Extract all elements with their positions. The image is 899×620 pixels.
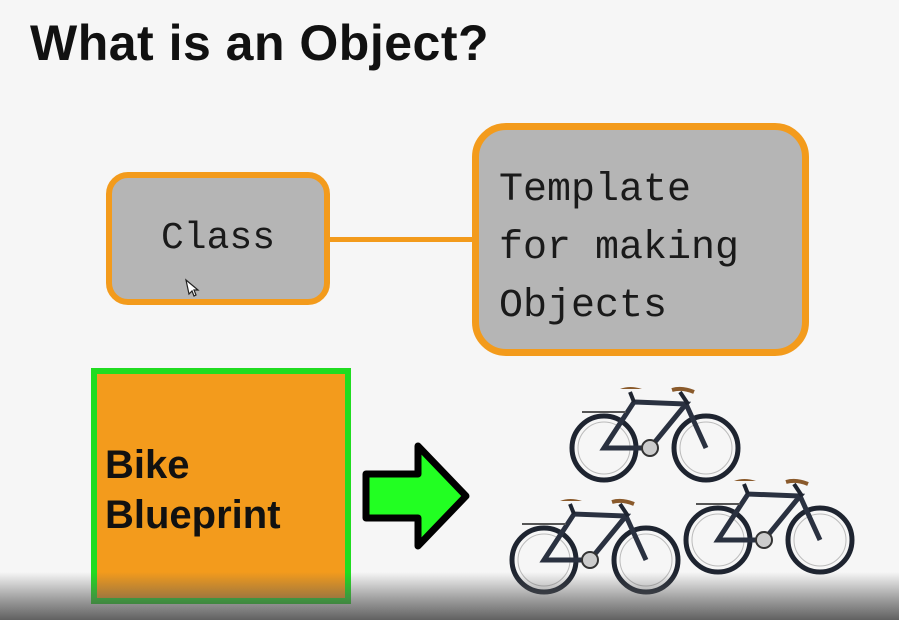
bicycle-icon xyxy=(569,386,741,483)
bicycle-icon xyxy=(683,478,855,575)
template-box: Template for making Objects xyxy=(472,123,809,356)
class-box: Class xyxy=(106,172,330,305)
connector-line xyxy=(330,237,475,242)
template-line-2: for making xyxy=(499,226,740,271)
template-line-1: Template xyxy=(499,168,692,213)
mouse-cursor-icon xyxy=(185,278,200,297)
bike-blueprint-box: Bike Blueprint xyxy=(91,368,351,604)
class-label: Class xyxy=(160,217,276,260)
slide: What is an Object? Class Template for ma… xyxy=(0,0,899,620)
blueprint-line-1: Bike xyxy=(105,443,190,487)
video-bottom-gradient xyxy=(0,572,899,620)
template-label: Template for making Objects xyxy=(499,162,799,336)
blueprint-label: Bike Blueprint xyxy=(105,440,345,540)
template-line-3: Objects xyxy=(499,284,668,329)
slide-title: What is an Object? xyxy=(30,15,490,71)
right-arrow-icon xyxy=(362,442,470,550)
blueprint-line-2: Blueprint xyxy=(105,493,281,537)
